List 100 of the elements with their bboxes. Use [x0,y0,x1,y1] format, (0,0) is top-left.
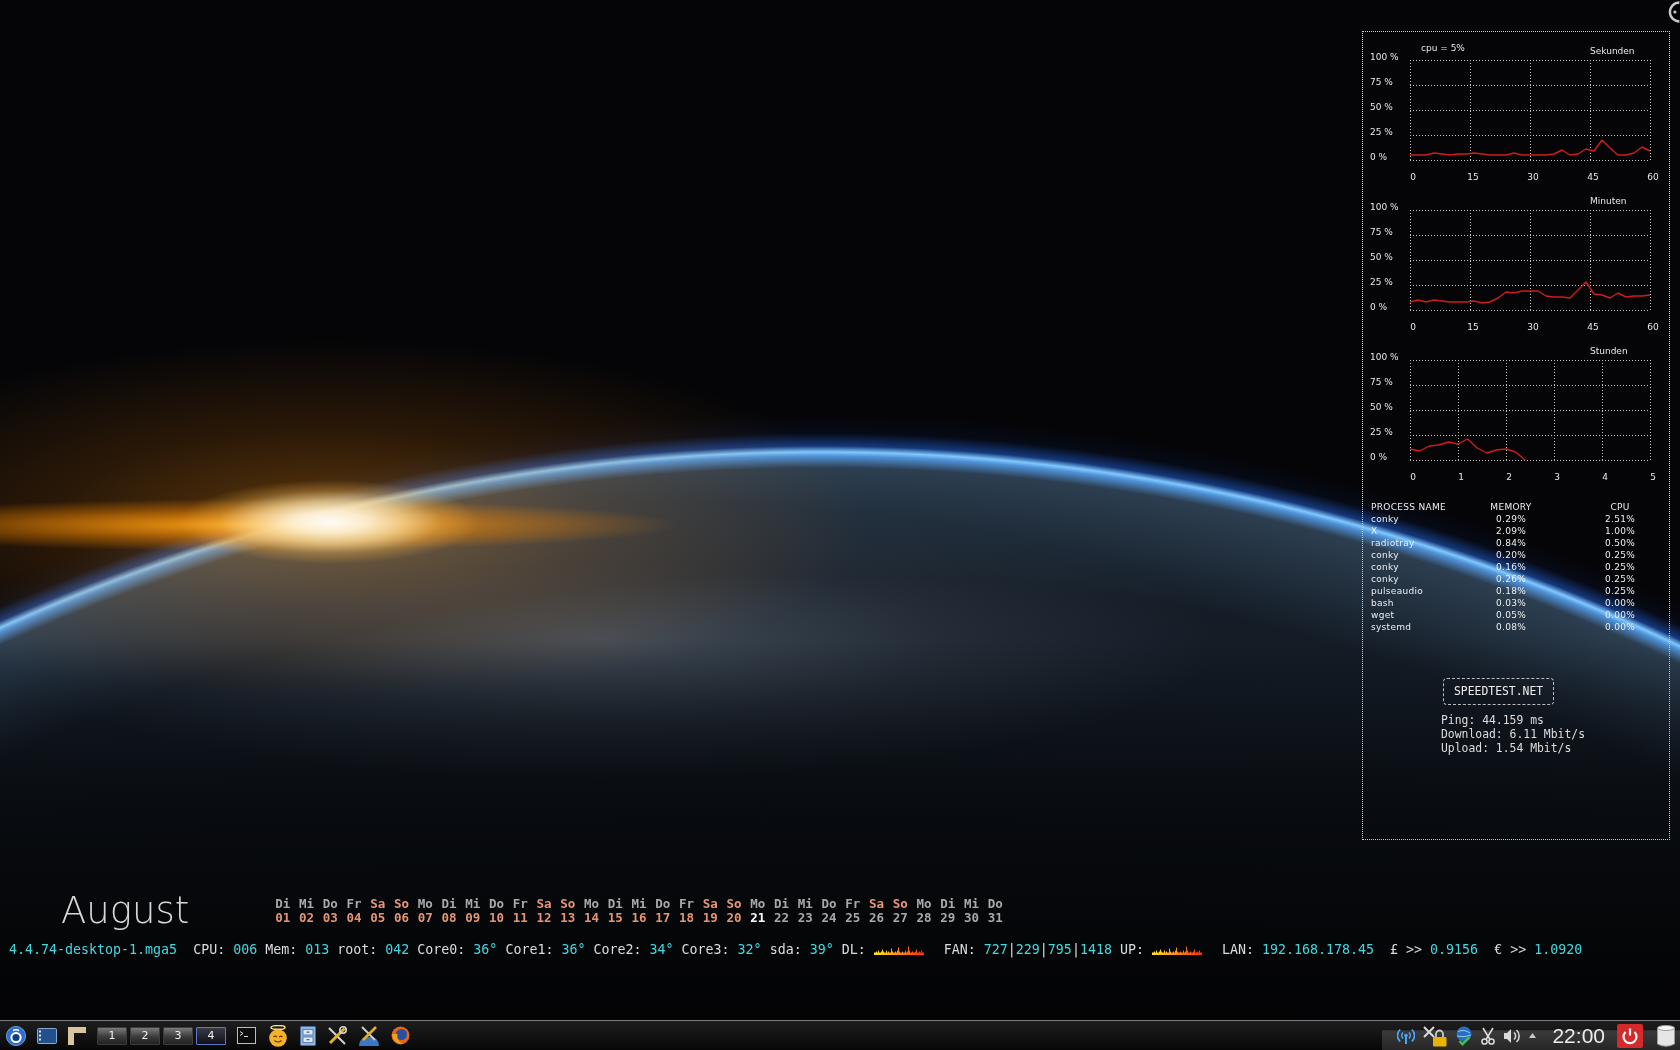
process-name: X [1371,526,1378,536]
weekday-label: Sa [370,897,386,911]
day-number: 24 [821,911,837,925]
x-tick-label: 30 [1527,322,1539,332]
y-tick-label: 25 % [1370,127,1393,137]
ring-orb-icon[interactable] [6,1025,26,1046]
desktop-pager-button[interactable]: 3 [163,1026,193,1045]
x-tick-label: 60 [1647,322,1659,332]
day-number: 18 [678,911,694,925]
desktop-pager-button[interactable]: 4 [196,1026,226,1045]
process-name: pulseaudio [1371,586,1424,596]
weekday-label: Mi [963,897,979,911]
day-number: 04 [346,911,362,925]
status-label: Core1: [505,941,554,959]
status-value: 0.9156 [1430,941,1479,959]
file-cabinet-icon[interactable] [300,1025,316,1046]
memory-usage: 0.05% [1495,610,1527,620]
x-tick-label: 5 [1650,472,1656,482]
wrench-screwdriver-icon[interactable] [327,1025,347,1046]
status-label: UP: [1119,941,1144,959]
day-number: 10 [488,911,504,925]
half-ring-icon[interactable] [1668,1,1680,23]
status-value: 36° [561,941,586,959]
day-number: 03 [322,911,338,925]
power-icon[interactable] [1617,1023,1643,1048]
status-label: FAN: [943,941,976,959]
cpu-usage: 2.51% [1604,514,1636,524]
cpu-usage: 1.00% [1604,526,1636,536]
day-number: 28 [916,911,932,925]
weekday-label: Mo [583,897,599,911]
cpu-usage: 0.25% [1604,574,1636,584]
desktop-pager-button[interactable]: 1 [97,1026,127,1045]
process-name: conky [1371,574,1399,584]
day-number: 15 [607,911,623,925]
process-name: radiotray [1371,538,1415,548]
day-number: 08 [441,911,457,925]
globe-check-icon[interactable] [1455,1025,1474,1046]
y-tick-label: 50 % [1370,402,1393,412]
terminal-icon[interactable] [237,1027,256,1044]
day-number: 07 [417,911,433,925]
weekday-label: Mi [465,897,481,911]
status-label: Core0: [417,941,466,959]
wifi-antenna-icon[interactable] [1397,1027,1416,1044]
clock-time[interactable]: 22:00 [1552,1022,1605,1049]
x-tick-label: 45 [1587,322,1599,332]
globe-ring-icon[interactable] [391,1026,410,1045]
weekday-label: Sa [868,897,884,911]
scissors-icon[interactable] [1481,1026,1496,1045]
screen-icon[interactable] [37,1027,57,1044]
cpu-usage: 0.00% [1604,598,1636,608]
day-number: 31 [987,911,1003,925]
status-value: 006 [233,941,258,959]
day-number: 14 [583,911,599,925]
speaker-icon[interactable] [1503,1027,1522,1044]
weekday-label: Mo [916,897,932,911]
weekday-label: Mi [298,897,314,911]
process-name: conky [1371,550,1399,560]
x-tick-label: 30 [1527,172,1539,182]
caret-up-icon[interactable] [1529,1033,1537,1038]
cpu-usage: 0.25% [1604,562,1636,572]
desktop-pager-button[interactable]: 2 [130,1026,160,1045]
day-number: 27 [892,911,908,925]
cpu-usage: 0.25% [1604,550,1636,560]
y-tick-label: 100 % [1370,352,1399,362]
status-value: 1.0920 [1534,941,1583,959]
weekday-label: Do [488,897,504,911]
day-number: 22 [773,911,789,925]
x-tick-label: 60 [1647,172,1659,182]
speedtest-result: Upload: 1.54 Mbit/s [1441,741,1572,755]
x-tick-label: 3 [1554,472,1560,482]
weekday-label: Do [322,897,338,911]
y-tick-label: 75 % [1370,77,1393,87]
tools-dome-icon[interactable] [358,1024,380,1047]
weekday-label: Fr [346,897,362,911]
padlock-icon[interactable] [1423,1024,1448,1047]
traffic-sparkline [1151,945,1202,955]
memory-usage: 0.20% [1495,550,1527,560]
status-label: £ >> [1390,941,1423,959]
weekday-label: Sa [536,897,552,911]
status-value: 042 [385,941,410,959]
weekday-label: Do [655,897,671,911]
day-number: 16 [631,911,647,925]
weekday-label: Di [441,897,457,911]
day-number: 20 [726,911,742,925]
day-number: 23 [797,911,813,925]
y-tick-label: 50 % [1370,252,1393,262]
day-number: 12 [536,911,552,925]
day-number: 19 [702,911,718,925]
weekday-label: Mi [797,897,813,911]
smiley-face-icon[interactable] [267,1024,289,1047]
corner-bracket-icon[interactable] [68,1026,86,1045]
status-label: root: [337,941,378,959]
process-name: conky [1371,562,1399,572]
column-header: CPU [1610,502,1630,512]
status-value: 32° [737,941,762,959]
trash-icon[interactable] [1657,1024,1675,1047]
y-tick-label: 100 % [1370,52,1399,62]
x-tick-label: 0 [1410,322,1416,332]
day-number: 01 [275,911,291,925]
y-tick-label: 75 % [1370,227,1393,237]
